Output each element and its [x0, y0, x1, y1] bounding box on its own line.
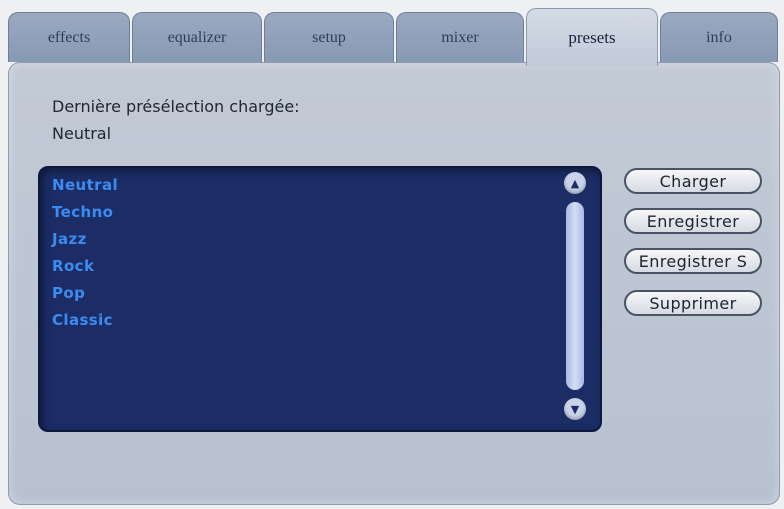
delete-button[interactable]: Supprimer	[624, 290, 762, 316]
tab-presets[interactable]: presets	[526, 8, 658, 66]
list-item[interactable]: Neutral	[52, 176, 118, 194]
list-item[interactable]: Pop	[52, 284, 85, 302]
list-item[interactable]: Jazz	[52, 230, 87, 248]
preset-list[interactable]: Neutral Techno Jazz Rock Pop Classic	[38, 166, 602, 432]
last-loaded-label: Dernière présélection chargée:	[52, 97, 300, 116]
tab-equalizer[interactable]: equalizer	[132, 12, 262, 62]
chevron-down-icon: ▼	[570, 402, 580, 416]
list-item[interactable]: Rock	[52, 257, 94, 275]
list-item[interactable]: Techno	[52, 203, 113, 221]
last-loaded-value: Neutral	[52, 124, 112, 143]
save-as-button[interactable]: Enregistrer S	[624, 248, 762, 274]
tab-setup[interactable]: setup	[264, 12, 394, 62]
scroll-down-button[interactable]: ▼	[564, 398, 586, 420]
list-item[interactable]: Classic	[52, 311, 113, 329]
chevron-up-icon: ▲	[570, 176, 580, 190]
save-button[interactable]: Enregistrer	[624, 208, 762, 234]
preset-list-scrollbar[interactable]: ▲ ▼	[564, 172, 586, 420]
load-button[interactable]: Charger	[624, 168, 762, 194]
audio-settings-window: effects equalizer setup mixer presets in…	[0, 0, 784, 509]
scroll-thumb[interactable]	[566, 202, 584, 390]
tab-bar: effects equalizer setup mixer presets in…	[8, 8, 778, 66]
tab-mixer[interactable]: mixer	[396, 12, 524, 62]
tab-info[interactable]: info	[660, 12, 778, 62]
scroll-up-button[interactable]: ▲	[564, 172, 586, 194]
tab-effects[interactable]: effects	[8, 12, 130, 62]
